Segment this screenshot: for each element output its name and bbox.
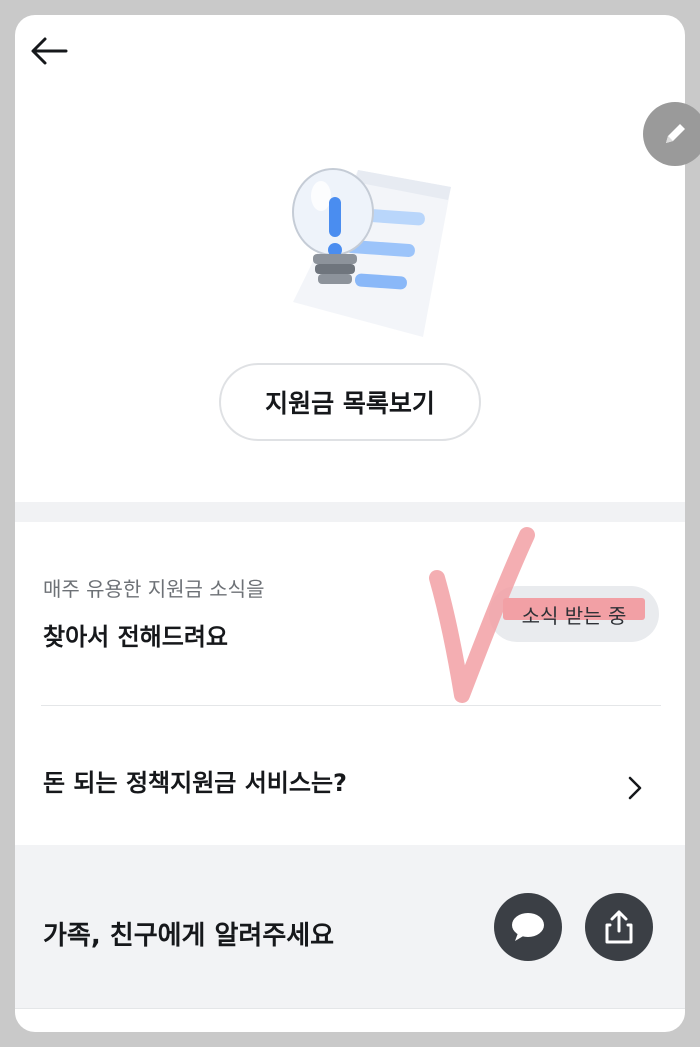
subscribe-status-button[interactable]: 소식 받는 중 xyxy=(489,586,659,642)
chevron-right-icon xyxy=(628,776,642,800)
subscribe-status-label: 소식 받는 중 xyxy=(521,603,627,628)
kakao-share-button[interactable] xyxy=(494,893,562,961)
policy-service-row[interactable]: 돈 되는 정책지원금 서비스는? xyxy=(15,725,685,825)
edit-button[interactable] xyxy=(643,102,700,166)
section-divider xyxy=(15,502,685,522)
share-button[interactable] xyxy=(585,893,653,961)
pencil-icon xyxy=(666,124,685,143)
share-panel: 가족, 친구에게 알려주세요 xyxy=(15,845,685,1008)
arrow-left-icon xyxy=(31,37,68,65)
speech-bubble-icon xyxy=(512,913,544,941)
policy-service-label: 돈 되는 정책지원금 서비스는? xyxy=(43,769,347,797)
share-upload-icon xyxy=(605,910,633,944)
back-button[interactable] xyxy=(29,31,69,71)
news-subtitle: 매주 유용한 지원금 소식을 xyxy=(43,577,265,601)
share-label: 가족, 친구에게 알려주세요 xyxy=(43,921,335,951)
row-divider xyxy=(41,705,661,706)
app-frame: 지원금 목록보기 매주 유용한 지원금 소식을 찾아서 전해드려요 소식 받는 … xyxy=(15,15,685,1032)
bottom-divider xyxy=(15,1008,685,1009)
news-title: 찾아서 전해드려요 xyxy=(43,623,228,651)
lightbulb-document-illustration xyxy=(292,168,451,337)
support-list-button[interactable]: 지원금 목록보기 xyxy=(219,363,481,441)
support-list-button-label: 지원금 목록보기 xyxy=(265,389,435,418)
